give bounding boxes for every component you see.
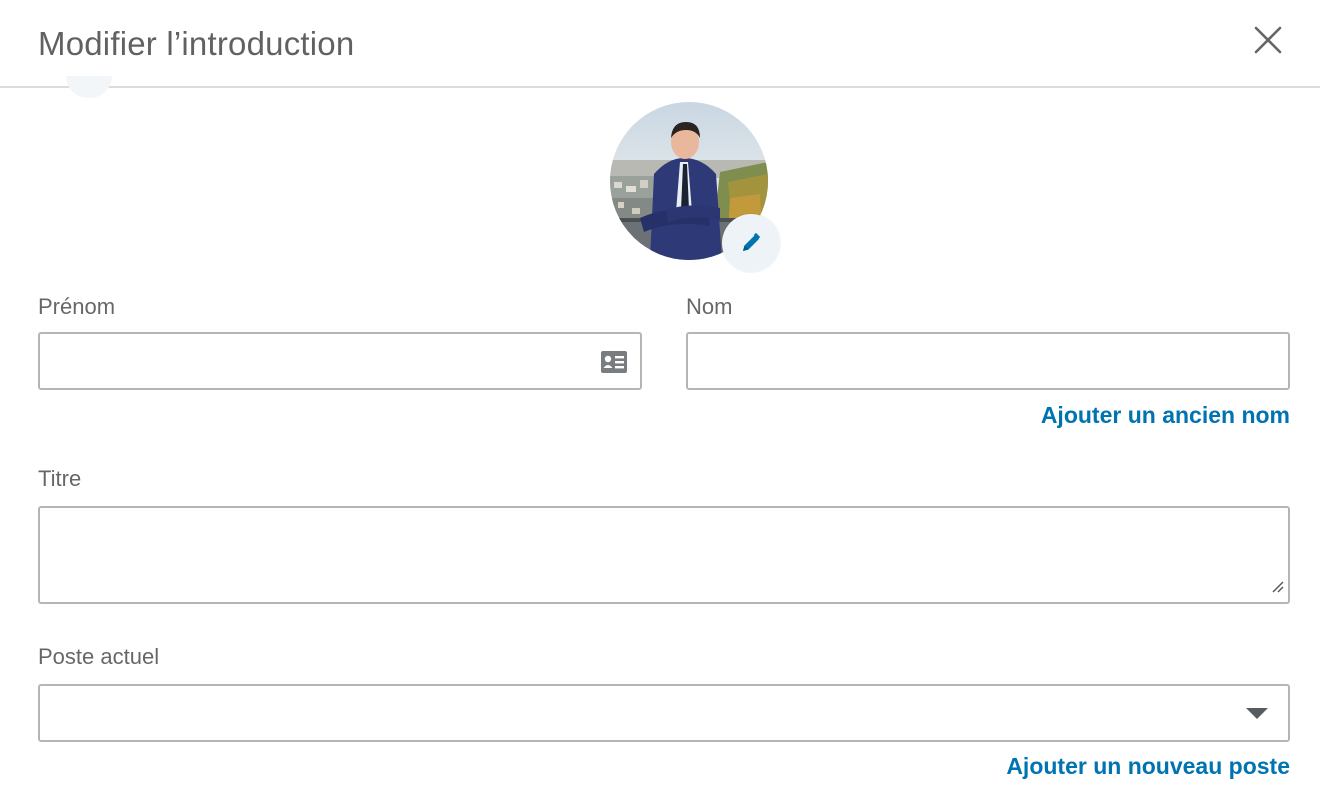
current-position-select[interactable] [38,684,1290,742]
modal-header: Modifier l’introduction [0,0,1320,88]
headline-textarea[interactable] [40,508,1288,602]
current-position-label: Poste actuel [38,644,160,669]
edit-intro-modal: Modifier l’introduction Prénom Nom Ajout… [0,0,1320,796]
modal-title: Modifier l’introduction [38,25,355,62]
first-name-input[interactable] [40,334,640,388]
caret-down-icon [1246,708,1268,719]
add-new-position-link[interactable]: Ajouter un nouveau poste [1006,751,1290,781]
first-name-label: Prénom [38,294,116,319]
close-icon [1246,18,1292,64]
contact-card-icon[interactable] [600,350,628,379]
resize-grip-icon[interactable] [1271,580,1285,599]
last-name-label: Nom [686,294,733,319]
headline-label: Titre [38,466,82,491]
add-former-name-link[interactable]: Ajouter un ancien nom [1041,400,1290,430]
headline-field[interactable] [38,506,1290,604]
close-button[interactable] [1246,18,1292,64]
first-name-field[interactable] [38,332,642,390]
edit-photo-button[interactable] [722,214,780,272]
background-photo-edit-remnant [66,76,112,98]
last-name-input[interactable] [688,334,1288,388]
last-name-field[interactable] [686,332,1290,390]
